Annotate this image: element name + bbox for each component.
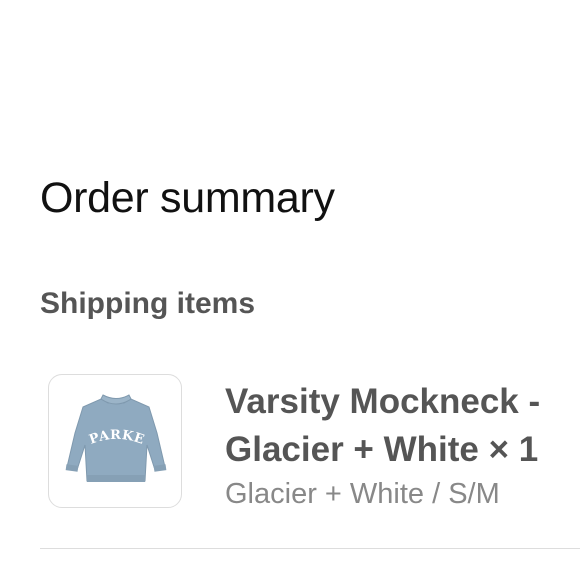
item-name: Varsity Mockneck - Glacier + White × 1	[225, 378, 580, 474]
sweater-hem	[87, 475, 145, 482]
item-quantity: × 1	[488, 430, 539, 469]
item-variant: Glacier + White / S/M	[225, 478, 500, 510]
order-summary-title: Order summary	[40, 174, 335, 222]
product-thumbnail: PARKE	[48, 374, 182, 508]
item-details: Varsity Mockneck - Glacier + White × 1 G…	[225, 378, 580, 514]
sweater-image: PARKE	[65, 394, 167, 482]
shipping-items-heading: Shipping items	[40, 287, 256, 320]
order-summary-page: Order summary Shipping items PARKE Varsi…	[0, 0, 580, 580]
divider	[40, 548, 580, 549]
shipping-item: PARKE Varsity Mockneck - Glacier + White…	[48, 374, 580, 514]
